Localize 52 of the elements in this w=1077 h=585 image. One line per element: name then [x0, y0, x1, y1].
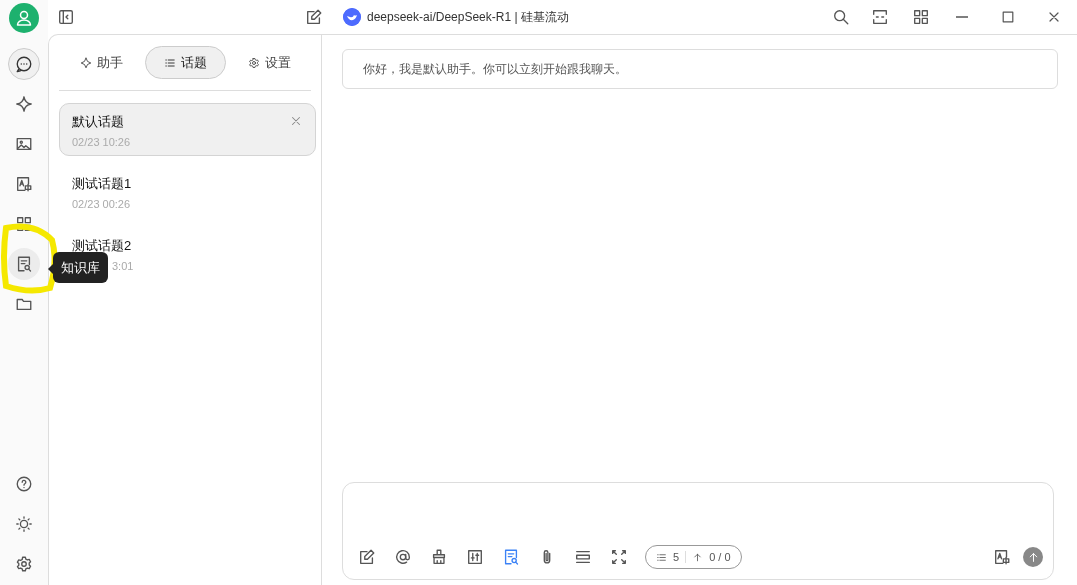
sparkle-icon [79, 56, 92, 69]
topic-item[interactable]: 默认话题 02/23 10:26 [59, 103, 316, 156]
scan-icon [871, 8, 889, 26]
sliders-icon [466, 548, 484, 566]
edit-icon [358, 548, 376, 566]
topic-title: 测试话题1 [72, 175, 132, 193]
context-count: 5 [673, 551, 680, 563]
sun-icon [15, 515, 33, 533]
broom-icon [430, 548, 448, 566]
edit-icon [305, 8, 323, 26]
expand-icon [610, 548, 628, 566]
list-icon [163, 56, 176, 69]
grid-icon [15, 215, 33, 233]
settings-icon [15, 555, 33, 573]
document-search-icon [502, 548, 520, 566]
tab[interactable]: 助手 [60, 46, 142, 79]
message-input[interactable]: 5 0 / 0 [342, 482, 1054, 580]
divider-icon [574, 548, 592, 566]
translate-icon [15, 175, 33, 193]
sparkle-icon [15, 95, 33, 113]
arrow-up-icon [692, 551, 704, 563]
list-icon [656, 551, 667, 563]
nav-button[interactable] [8, 248, 40, 280]
topic-time: 02/23 00:26 [72, 198, 131, 210]
topic-item[interactable]: 测试话题1 02/23 00:26 [59, 165, 316, 218]
topic-title: 默认话题 [72, 113, 124, 131]
image-icon [15, 135, 33, 153]
maximize-icon [1000, 9, 1016, 25]
token-count: 0 / 0 [709, 551, 731, 563]
logo-icon [343, 8, 361, 26]
search-icon [832, 8, 850, 26]
greeting-message: 你好，我是默认助手。你可以立刻开始跟我聊天。 [342, 49, 1058, 89]
grid-icon [912, 8, 930, 26]
sidebar-toggle-icon [57, 8, 75, 26]
translate-button[interactable] [992, 548, 1011, 566]
close-icon[interactable] [289, 114, 303, 128]
tab[interactable]: 设置 [228, 46, 310, 79]
chat-bubble-icon [15, 55, 33, 73]
user-icon [14, 8, 34, 28]
tooltip: 知识库 [47, 252, 108, 283]
send-button[interactable] [1023, 547, 1043, 567]
document-search-icon [15, 255, 33, 273]
avatar[interactable] [9, 3, 39, 33]
minimize-icon [956, 16, 968, 18]
nav-button[interactable] [8, 48, 40, 80]
settings-icon [247, 56, 260, 69]
translate-icon [993, 548, 1011, 566]
help-icon [15, 475, 33, 493]
tab[interactable]: 话题 [144, 46, 226, 79]
topic-time: 02/23 10:26 [72, 136, 131, 148]
window-title: deepseek-ai/DeepSeek-R1 | 硅基流动 [367, 8, 569, 26]
at-sign-icon [394, 548, 412, 566]
